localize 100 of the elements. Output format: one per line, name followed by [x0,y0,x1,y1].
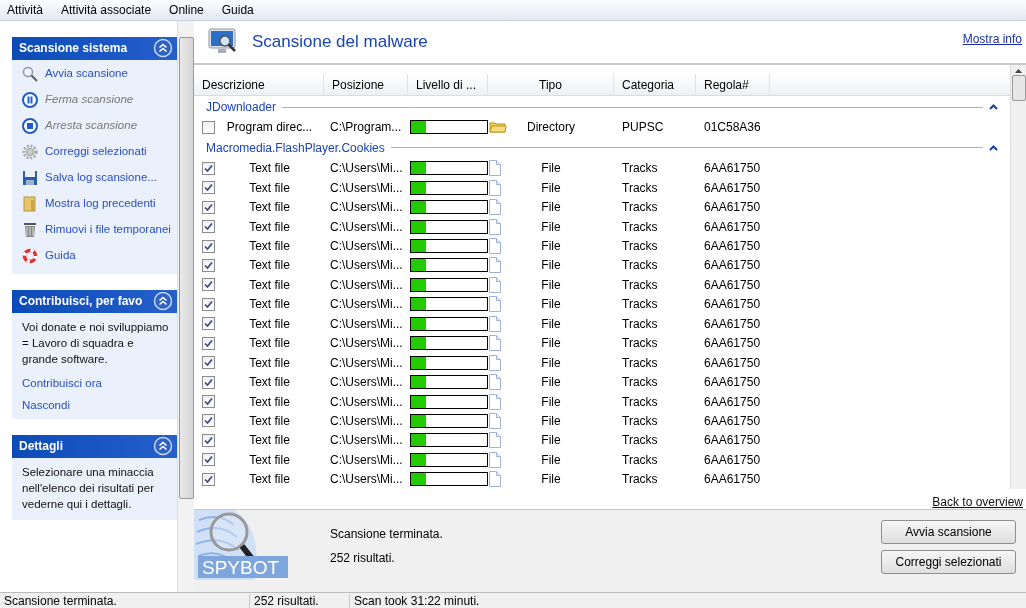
table-cell: File [541,433,561,448]
table-cell: C:\Users\Mi... [330,433,403,448]
scrollbar[interactable] [1010,64,1026,489]
table-cell: Directory [527,120,575,135]
panel-link[interactable]: Contribuisci ora [22,376,172,389]
table-cell: 6AA61750 [704,375,761,390]
info-link[interactable]: Mostra info [962,31,1022,46]
table-cell: Program direc... [226,120,313,135]
checkbox[interactable] [202,472,215,486]
task-link[interactable]: Guida [22,247,172,266]
page-title: Scansione del malware [252,31,428,52]
checkbox[interactable] [202,317,215,331]
menu-item[interactable]: Guida [220,3,255,17]
panel-header[interactable]: Contribuisci, per favo [12,289,178,313]
status-bar-text: Scansione terminata. [0,593,250,608]
table-cell: Tracks [622,316,658,331]
task-link[interactable]: Avvia scansione [22,65,172,84]
table-cell: C:\Users\Mi... [330,452,403,467]
checkbox[interactable] [202,181,215,195]
gear-icon [22,143,38,160]
table-cell: Tracks [622,258,658,273]
task-link[interactable]: Correggi selezionati [22,143,172,162]
table-cell: 6AA61750 [704,394,761,409]
back-link[interactable]: Back to overview [932,494,1023,509]
checkbox[interactable] [202,356,215,370]
group-header[interactable]: Macromedia.FlashPlayer.Cookies [206,140,385,155]
table-cell: 6AA61750 [704,472,761,487]
table-cell: File [541,375,561,390]
table-cell: C:\Users\Mi... [330,200,403,215]
table-cell: Tracks [622,472,658,487]
checkbox[interactable] [202,239,215,253]
checkbox[interactable] [202,120,215,134]
task-link[interactable]: Rimuovi i file temporanei [22,221,172,240]
column-header[interactable]: Descrizione [194,73,324,96]
checkbox[interactable] [202,200,215,214]
column-header[interactable]: Regola# [696,73,770,96]
pause-icon [22,91,38,108]
table-cell: Text file [249,336,290,351]
checkbox[interactable] [202,414,215,428]
table-cell: Tracks [622,200,658,215]
table-cell: Text file [249,180,290,195]
action-button[interactable]: Avvia scansione [881,519,1016,544]
checkbox[interactable] [202,453,215,467]
checkbox[interactable] [202,278,215,292]
table-cell: File [541,472,561,487]
table-cell: Text file [249,413,290,428]
menu-item[interactable]: Attività [6,3,44,17]
table-cell: File [541,219,561,234]
scrollbar[interactable] [177,20,194,593]
task-link[interactable]: Salva log scansione... [22,169,172,188]
table-cell: C:\Users\Mi... [330,316,403,331]
table-cell: File [541,180,561,195]
panel-header[interactable]: Scansione sistema [12,36,178,60]
trash-bin-icon [22,221,38,238]
checkbox[interactable] [202,395,215,408]
table-cell: 6AA61750 [704,452,761,467]
checkbox[interactable] [202,336,215,350]
table-cell: Text file [249,472,290,487]
table-cell: Tracks [622,355,658,370]
scroll-thumb[interactable] [1011,74,1026,101]
table-cell: Tracks [622,375,658,390]
table-cell: Text file [249,161,290,176]
checkbox[interactable] [202,220,215,234]
table-cell: File [541,336,561,351]
panel-link[interactable]: Nascondi [22,398,172,411]
column-header[interactable]: Posizione [324,73,408,96]
checkbox[interactable] [202,161,215,175]
table-cell: 6AA61750 [704,316,761,331]
status-text: 252 risultati. [330,550,396,565]
checkbox[interactable] [202,433,215,447]
task-link[interactable]: Mostra log precedenti [22,195,172,214]
column-header[interactable]: Tipo [488,73,614,96]
table-cell: C:\Users\Mi... [330,375,403,390]
column-header[interactable]: Livello di ... [408,73,488,96]
table-cell: Text file [249,277,290,292]
table-cell: C:\Users\Mi... [330,277,403,292]
collapse-icon[interactable] [989,104,998,111]
table-cell: Tracks [622,452,658,467]
table-cell: File [541,394,561,409]
table-cell: Tracks [622,219,658,234]
panel-header[interactable]: Dettagli [12,434,178,458]
collapse-icon[interactable] [989,144,998,151]
table-cell: 6AA61750 [704,297,761,312]
table-cell: 6AA61750 [704,413,761,428]
table-cell: C:\Users\Mi... [330,219,403,234]
checkbox[interactable] [202,375,215,389]
column-header[interactable]: Categoria [614,73,696,96]
table-cell: Text file [249,316,290,331]
group-header[interactable]: JDownloader [206,100,277,115]
table-cell: File [541,239,561,253]
table-cell: Text file [249,355,290,370]
checkbox[interactable] [202,258,215,272]
table-cell: C:\Users\Mi... [330,413,403,428]
table-cell: PUPSC [622,120,664,135]
menu-item[interactable]: Attività associate [60,3,153,17]
checkbox[interactable] [202,297,215,311]
table-cell: Text file [249,200,290,215]
table-cell: Tracks [622,433,658,448]
action-button[interactable]: Correggi selezionati [881,549,1016,574]
menu-item[interactable]: Online [168,3,205,17]
